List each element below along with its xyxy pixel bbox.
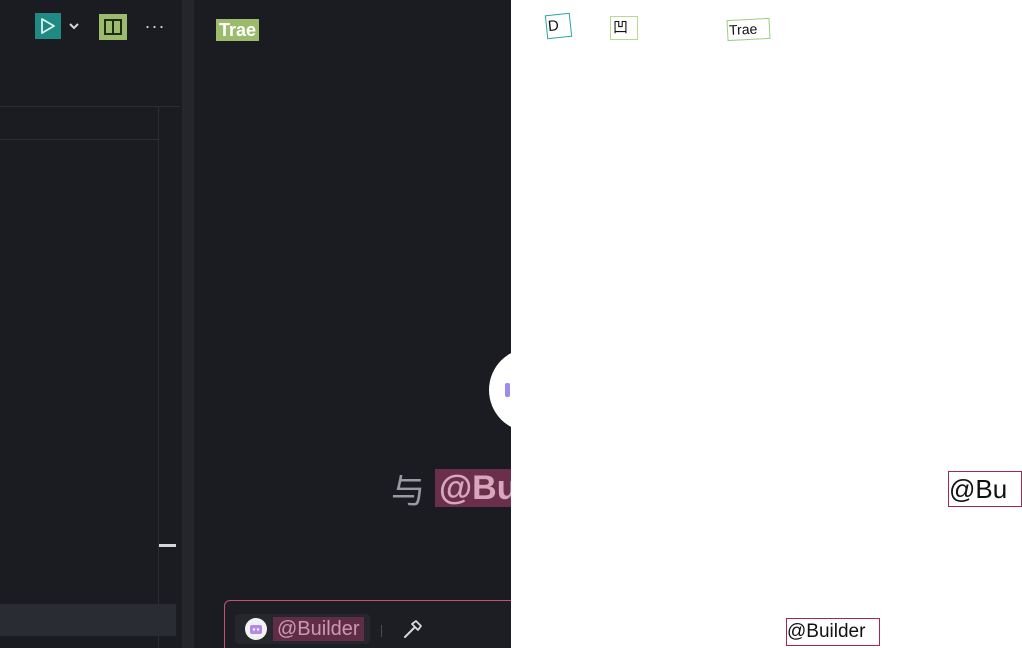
play-icon bbox=[41, 18, 55, 34]
run-button[interactable] bbox=[35, 13, 61, 39]
pane-splitter[interactable] bbox=[182, 0, 194, 648]
layout-button-annotation: 凹 bbox=[610, 16, 638, 40]
agent-avatar bbox=[245, 618, 267, 640]
chevron-down-icon bbox=[69, 23, 79, 30]
scrollbar-marker[interactable] bbox=[159, 544, 176, 547]
greeting-annotation: @Bu bbox=[948, 471, 1022, 507]
robot-icon bbox=[250, 625, 262, 634]
toolbar-divider bbox=[381, 625, 382, 637]
chat-panel-title: Trae bbox=[216, 19, 260, 41]
title-annotation: Trae bbox=[726, 17, 771, 42]
panel-header-divider bbox=[0, 139, 158, 140]
annotation-overlay: D 凹 Trae @Bu @Builder bbox=[511, 0, 1022, 648]
chat-input-box[interactable]: @Builder bbox=[224, 600, 511, 648]
panel-divider bbox=[0, 106, 180, 107]
greeting-agent-mention: @Bu bbox=[435, 469, 511, 507]
toggle-layout-button[interactable] bbox=[99, 14, 127, 40]
greeting-prefix: 与 bbox=[391, 472, 425, 511]
hammer-icon bbox=[404, 620, 422, 638]
agent-annotation: @Builder bbox=[786, 618, 880, 646]
split-layout-icon bbox=[104, 19, 122, 35]
explorer-panel: ··· bbox=[0, 0, 182, 648]
loading-spinner-bar bbox=[505, 383, 510, 397]
run-button-annotation: D bbox=[544, 12, 573, 40]
chat-welcome-greeting: 与 @Bu bbox=[391, 468, 511, 511]
run-options-dropdown[interactable] bbox=[64, 14, 84, 38]
more-horizontal-icon: ··· bbox=[144, 15, 166, 36]
agent-selector[interactable]: @Builder bbox=[235, 614, 370, 644]
agent-name: @Builder bbox=[273, 617, 364, 641]
tools-button[interactable] bbox=[400, 618, 424, 642]
selected-list-item[interactable] bbox=[0, 604, 176, 636]
more-actions-button[interactable]: ··· bbox=[140, 14, 170, 38]
loading-indicator bbox=[489, 348, 511, 432]
ide-window: ··· Trae 与 @Bu @Builder bbox=[0, 0, 511, 648]
scrollbar-track[interactable] bbox=[158, 107, 159, 648]
